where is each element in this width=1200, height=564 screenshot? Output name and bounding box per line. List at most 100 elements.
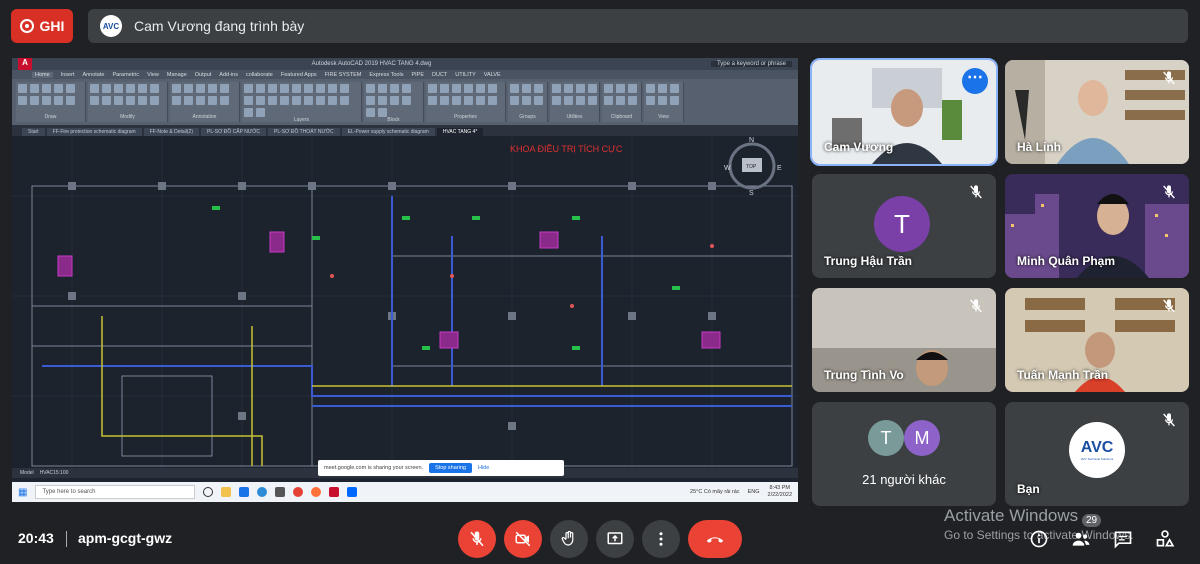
- ribbon-tool-icon[interactable]: [452, 84, 461, 93]
- ribbon-tool-icon[interactable]: [464, 84, 473, 93]
- ribbon-tab[interactable]: View: [147, 72, 159, 78]
- ribbon-tool-icon[interactable]: [564, 84, 573, 93]
- ribbon-tool-icon[interactable]: [476, 84, 485, 93]
- ribbon-tool-icon[interactable]: [42, 96, 51, 105]
- ribbon-tool-icon[interactable]: [304, 96, 313, 105]
- document-tab[interactable]: PL-SƠ ĐỒ CẤP NƯỚC: [201, 128, 267, 136]
- document-tab[interactable]: FF-Note & Detail(2): [143, 128, 199, 136]
- ribbon-tool-icon[interactable]: [402, 96, 411, 105]
- document-tab[interactable]: Start: [22, 128, 45, 136]
- ribbon-tool-icon[interactable]: [488, 84, 497, 93]
- ribbon-tab[interactable]: UTILITY: [455, 72, 475, 78]
- ribbon-tool-icon[interactable]: [564, 96, 573, 105]
- taskview-icon[interactable]: [203, 487, 214, 497]
- ribbon-tab[interactable]: Express Tools: [369, 72, 403, 78]
- document-tab[interactable]: PL-SƠ ĐỒ THOÁT NƯỚC: [268, 128, 340, 136]
- ribbon-tab[interactable]: Parametric: [112, 72, 139, 78]
- stop-sharing-button[interactable]: Stop sharing: [429, 463, 472, 473]
- ribbon-tool-icon[interactable]: [366, 108, 375, 117]
- ribbon-tab[interactable]: Insert: [61, 72, 75, 78]
- ribbon-tool-icon[interactable]: [102, 84, 111, 93]
- ribbon-tool-icon[interactable]: [522, 84, 531, 93]
- meeting-code[interactable]: apm-gcgt-gwz: [78, 530, 172, 546]
- file-explorer-icon[interactable]: [221, 487, 232, 497]
- ribbon-tab[interactable]: Featured Apps: [281, 72, 317, 78]
- ribbon-tool-icon[interactable]: [268, 96, 277, 105]
- document-tab[interactable]: HVAC TANG 4*: [436, 128, 484, 136]
- ribbon-tab[interactable]: Manage: [167, 72, 187, 78]
- ribbon-tool-icon[interactable]: [244, 96, 253, 105]
- ribbon-tool-icon[interactable]: [390, 96, 399, 105]
- participant-tile-minh-quan-pham[interactable]: Minh Quân Phạm: [1005, 174, 1189, 278]
- edge-icon[interactable]: [257, 487, 268, 497]
- ribbon-tool-icon[interactable]: [316, 96, 325, 105]
- ribbon-tool-icon[interactable]: [464, 96, 473, 105]
- ribbon-tool-icon[interactable]: [552, 96, 561, 105]
- ribbon-tool-icon[interactable]: [440, 84, 449, 93]
- ribbon-tab[interactable]: PIPE: [411, 72, 424, 78]
- participant-tile-ha-linh[interactable]: Hà Linh: [1005, 60, 1189, 164]
- ribbon-tool-icon[interactable]: [220, 96, 229, 105]
- ribbon-tool-icon[interactable]: [366, 96, 375, 105]
- participant-tile-self[interactable]: AVC AVC Technical Solutions Bạn: [1005, 402, 1189, 506]
- camera-toggle-button[interactable]: [504, 520, 542, 558]
- ribbon-tool-icon[interactable]: [378, 84, 387, 93]
- ribbon-tool-icon[interactable]: [534, 96, 543, 105]
- leave-call-button[interactable]: [688, 520, 742, 558]
- ribbon-tool-icon[interactable]: [588, 96, 597, 105]
- ribbon-tool-icon[interactable]: [616, 96, 625, 105]
- mic-toggle-button[interactable]: [458, 520, 496, 558]
- record-button[interactable]: GHI: [11, 9, 73, 43]
- ribbon-tool-icon[interactable]: [304, 84, 313, 93]
- ribbon-tool-icon[interactable]: [390, 84, 399, 93]
- ribbon-tool-icon[interactable]: [256, 108, 265, 117]
- participant-tile-trung-hau-tran[interactable]: T Trung Hậu Trần: [812, 174, 996, 278]
- ribbon-tab[interactable]: collaborate: [246, 72, 273, 78]
- windows-start-icon[interactable]: ▦: [18, 487, 27, 498]
- ribbon-tab[interactable]: Home: [32, 71, 53, 78]
- ribbon-tool-icon[interactable]: [280, 96, 289, 105]
- mail-icon[interactable]: [239, 487, 250, 497]
- ribbon-tool-icon[interactable]: [402, 84, 411, 93]
- ribbon-tab[interactable]: DUCT: [432, 72, 447, 78]
- chat-button[interactable]: [1112, 528, 1134, 550]
- participant-tile-others[interactable]: T M 21 người khác: [812, 402, 996, 506]
- ribbon-tool-icon[interactable]: [90, 96, 99, 105]
- ribbon-tool-icon[interactable]: [534, 84, 543, 93]
- ribbon-tool-icon[interactable]: [316, 84, 325, 93]
- ribbon-tool-icon[interactable]: [628, 96, 637, 105]
- ribbon-tab[interactable]: FIRE SYSTEM: [325, 72, 362, 78]
- ribbon-tab[interactable]: Output: [195, 72, 212, 78]
- ribbon-tool-icon[interactable]: [138, 84, 147, 93]
- ribbon-tool-icon[interactable]: [440, 96, 449, 105]
- people-button[interactable]: [1070, 528, 1092, 550]
- ribbon-tool-icon[interactable]: [172, 84, 181, 93]
- ribbon-tool-icon[interactable]: [66, 84, 75, 93]
- ribbon-tool-icon[interactable]: [66, 96, 75, 105]
- ribbon-tool-icon[interactable]: [340, 96, 349, 105]
- ribbon-tool-icon[interactable]: [488, 96, 497, 105]
- participant-tile-tuan-manh-tran[interactable]: Tuấn Mạnh Trần: [1005, 288, 1189, 392]
- hide-banner-button[interactable]: Hide: [478, 465, 489, 471]
- taskbar-search[interactable]: Type here to search: [35, 485, 196, 499]
- ribbon-tab[interactable]: Add-ins: [219, 72, 238, 78]
- ribbon-tool-icon[interactable]: [18, 96, 27, 105]
- ribbon-tool-icon[interactable]: [328, 96, 337, 105]
- ribbon-tool-icon[interactable]: [172, 96, 181, 105]
- ribbon-tool-icon[interactable]: [184, 96, 193, 105]
- language-indicator[interactable]: ENG: [748, 489, 760, 495]
- ribbon-tool-icon[interactable]: [18, 84, 27, 93]
- ribbon-tool-icon[interactable]: [428, 96, 437, 105]
- store-icon[interactable]: [275, 487, 286, 497]
- ribbon-tool-icon[interactable]: [126, 84, 135, 93]
- ribbon-tab[interactable]: VALVE: [484, 72, 501, 78]
- document-tab[interactable]: FF-Fire protection schematic diagram: [46, 128, 142, 136]
- ribbon-tool-icon[interactable]: [90, 84, 99, 93]
- ribbon-tool-icon[interactable]: [54, 96, 63, 105]
- ribbon-tool-icon[interactable]: [256, 84, 265, 93]
- ribbon-tool-icon[interactable]: [378, 96, 387, 105]
- participant-tile-cam-vuong[interactable]: ⋯ Cam Vương: [810, 58, 998, 166]
- ribbon-tool-icon[interactable]: [184, 84, 193, 93]
- ribbon-tool-icon[interactable]: [138, 96, 147, 105]
- ribbon-tool-icon[interactable]: [604, 84, 613, 93]
